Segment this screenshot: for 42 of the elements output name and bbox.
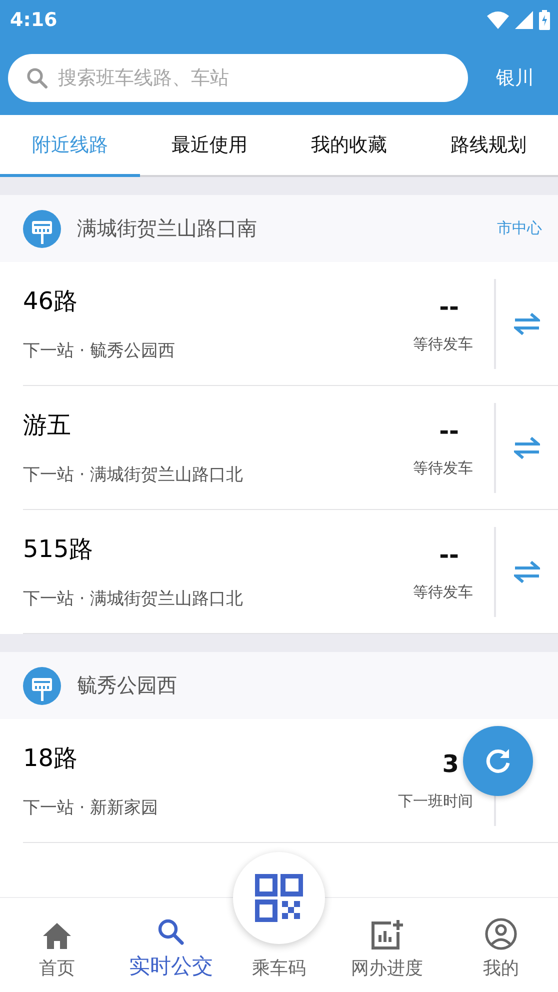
search-icon — [26, 66, 48, 88]
battery-icon — [539, 10, 550, 30]
next-stop: 下一站 · 满城街贺兰山路口北 — [23, 464, 244, 486]
route-name[interactable]: 46路 — [23, 285, 413, 317]
tab[interactable]: 最近使用 — [140, 115, 279, 177]
arrival-time: -- — [439, 417, 459, 445]
nav-item[interactable]: 首页 — [0, 898, 114, 992]
station-name: 满城街贺兰山路口南 — [77, 215, 258, 242]
home-icon — [42, 922, 72, 950]
arrival-status: 下一班时间 — [398, 792, 473, 811]
route-name[interactable]: 游五 — [23, 409, 413, 441]
profile-icon — [485, 918, 517, 950]
refresh-icon — [484, 747, 512, 775]
signal-icon — [515, 11, 533, 29]
tab[interactable]: 路线规划 — [418, 115, 558, 177]
next-stop: 下一站 · 毓秀公园西 — [23, 340, 176, 362]
nav-item[interactable]: 网办进度 — [330, 898, 444, 992]
search-icon — [157, 918, 185, 946]
arrival-time: 3 — [442, 750, 459, 778]
qr-code-icon — [255, 874, 303, 922]
bus-stop-icon — [23, 210, 61, 248]
search-field[interactable]: 搜索班车线路、车站 — [8, 54, 468, 102]
chart-plus-icon — [371, 920, 403, 950]
arrival-time: -- — [439, 293, 459, 321]
nav-item[interactable]: 乘车码 — [252, 956, 306, 980]
refresh-floating-button[interactable] — [463, 726, 533, 796]
arrival-time: -- — [439, 541, 459, 569]
nav-item[interactable]: 实时公交 — [114, 898, 228, 992]
tab[interactable]: 我的收藏 — [279, 115, 418, 177]
next-stop: 下一站 · 满城街贺兰山路口北 — [23, 588, 244, 610]
next-stop: 下一站 · 新新家园 — [23, 797, 160, 819]
station-name: 毓秀公园西 — [77, 672, 178, 699]
nav-item[interactable]: 我的 — [444, 898, 558, 992]
route-name[interactable]: 18路 — [23, 742, 398, 774]
bus-stop-icon — [23, 666, 61, 704]
status-time: 4:16 — [10, 9, 58, 31]
arrival-status: 等待发车 — [413, 583, 473, 602]
wifi-icon — [487, 11, 509, 29]
arrival-status: 等待发车 — [413, 459, 473, 478]
area-tag: 市中心 — [497, 219, 542, 238]
arrival-status: 等待发车 — [413, 335, 473, 354]
route-name[interactable]: 515路 — [23, 533, 413, 565]
